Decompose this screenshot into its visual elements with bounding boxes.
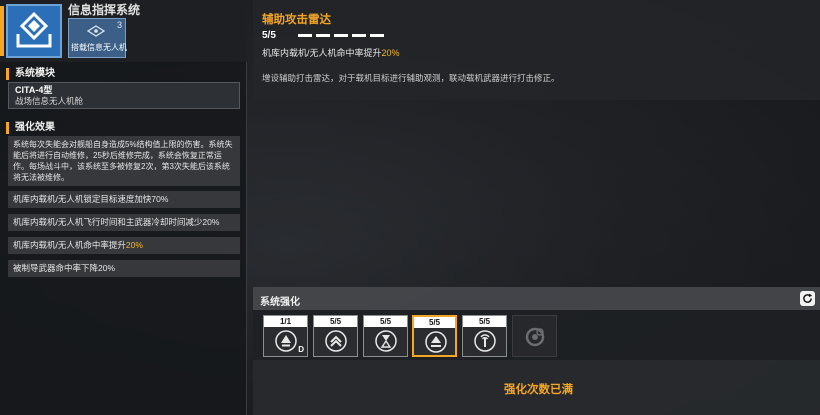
slot-count: 5/5 bbox=[314, 316, 357, 327]
slot-count: 5/5 bbox=[414, 317, 455, 328]
level-segment bbox=[316, 34, 330, 37]
chevron-up-icon bbox=[325, 330, 347, 352]
max-status-text: 强化次数已满 bbox=[504, 384, 573, 396]
refresh-button[interactable] bbox=[800, 291, 815, 306]
drone-label: 搭载信息无人机 bbox=[71, 43, 127, 52]
effect-row: 被制导武器命中率下降20% bbox=[8, 260, 240, 277]
enhance-slot[interactable]: 5/5 bbox=[313, 315, 358, 357]
system-icon-button[interactable] bbox=[0, 4, 62, 58]
hourglass-icon bbox=[375, 330, 397, 352]
module-section-title: 系统模块 bbox=[6, 68, 55, 80]
enhance-title: 系统强化 bbox=[260, 297, 300, 308]
drone-module-card[interactable]: 3 搭载信息无人机 bbox=[68, 18, 127, 58]
effects-section-title: 强化效果 bbox=[6, 122, 55, 134]
bonus-value: 20% bbox=[381, 48, 400, 58]
selected-indicator bbox=[0, 6, 4, 56]
system-title: 信息指挥系统 bbox=[68, 3, 141, 17]
level-bars bbox=[298, 34, 384, 37]
enhance-slot-selected[interactable]: 5/5 bbox=[412, 315, 457, 357]
enhance-slot[interactable]: 1/1 D bbox=[263, 315, 308, 357]
effect-paragraph: 系统每次失能会对舰船自身造成5%结构值上限的伤害。系统失能后将进行自动维修，25… bbox=[8, 136, 240, 186]
level-segment bbox=[298, 34, 312, 37]
drone-count: 3 bbox=[116, 20, 122, 30]
locked-gear-icon bbox=[525, 327, 545, 347]
refresh-icon bbox=[803, 293, 813, 303]
enhance-slot[interactable]: 5/5 bbox=[462, 315, 507, 357]
drone-icon bbox=[87, 25, 105, 37]
level-segment bbox=[334, 34, 348, 37]
enhance-slot-locked[interactable] bbox=[512, 315, 557, 357]
module-name: CITA-4型 bbox=[15, 85, 53, 95]
detail-description: 增设辅助打击雷达，对于载机目标进行辅助观测，联动载机武器进行打击修正。 bbox=[262, 73, 560, 83]
level-segment bbox=[370, 34, 384, 37]
emblem-d-icon bbox=[275, 330, 297, 352]
slot-count: 5/5 bbox=[364, 316, 407, 327]
bonus-line: 机库内载机/无人机命中率提升20% bbox=[262, 46, 400, 59]
enhance-header bbox=[253, 287, 820, 310]
signal-tower-icon bbox=[474, 330, 496, 352]
bonus-text: 机库内载机/无人机命中率提升 bbox=[262, 48, 382, 58]
effect-row-highlight: 20% bbox=[125, 240, 143, 250]
effect-row: 机库内载机/无人机命中率提升20% bbox=[8, 237, 240, 254]
slot-count: 5/5 bbox=[463, 316, 506, 327]
enhance-slot[interactable]: 5/5 bbox=[363, 315, 408, 357]
info-command-icon bbox=[16, 11, 52, 48]
detail-title: 辅助攻击雷达 bbox=[262, 14, 331, 26]
level-segment bbox=[352, 34, 366, 37]
effect-row: 机库内载机/无人机飞行时间和主武器冷却时间减少20% bbox=[8, 214, 240, 231]
level-text: 5/5 bbox=[262, 30, 276, 41]
slot-count: 1/1 bbox=[264, 316, 307, 327]
radar-up-icon bbox=[425, 331, 447, 353]
module-desc: 战场信息无人机舱 bbox=[15, 96, 84, 106]
effect-row: 机库内载机/无人机锁定目标速度加快70% bbox=[8, 191, 240, 208]
slot-mark: D bbox=[298, 345, 304, 354]
module-card[interactable]: CITA-4型 战场信息无人机舱 bbox=[8, 82, 240, 109]
effect-row-text: 机库内载机/无人机命中率提升 bbox=[13, 240, 126, 250]
